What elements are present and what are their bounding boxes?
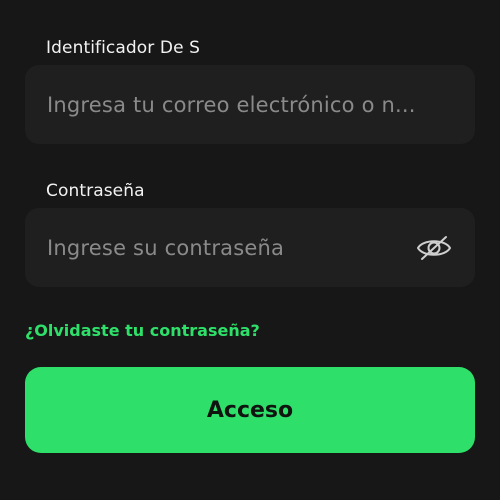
password-field[interactable] — [25, 208, 475, 287]
login-button[interactable]: Acceso — [25, 367, 475, 453]
password-input[interactable] — [47, 235, 405, 260]
identifier-label: Identificador De S — [46, 38, 201, 58]
eye-off-icon[interactable] — [415, 233, 453, 263]
password-label: Contraseña — [46, 181, 145, 201]
forgot-password-link[interactable]: ¿Olvidaste tu contraseña? — [25, 321, 260, 340]
identifier-input[interactable] — [47, 92, 453, 117]
login-screen: Identificador De S Contraseña ¿Olvidaste… — [0, 0, 500, 500]
identifier-field[interactable] — [25, 65, 475, 144]
